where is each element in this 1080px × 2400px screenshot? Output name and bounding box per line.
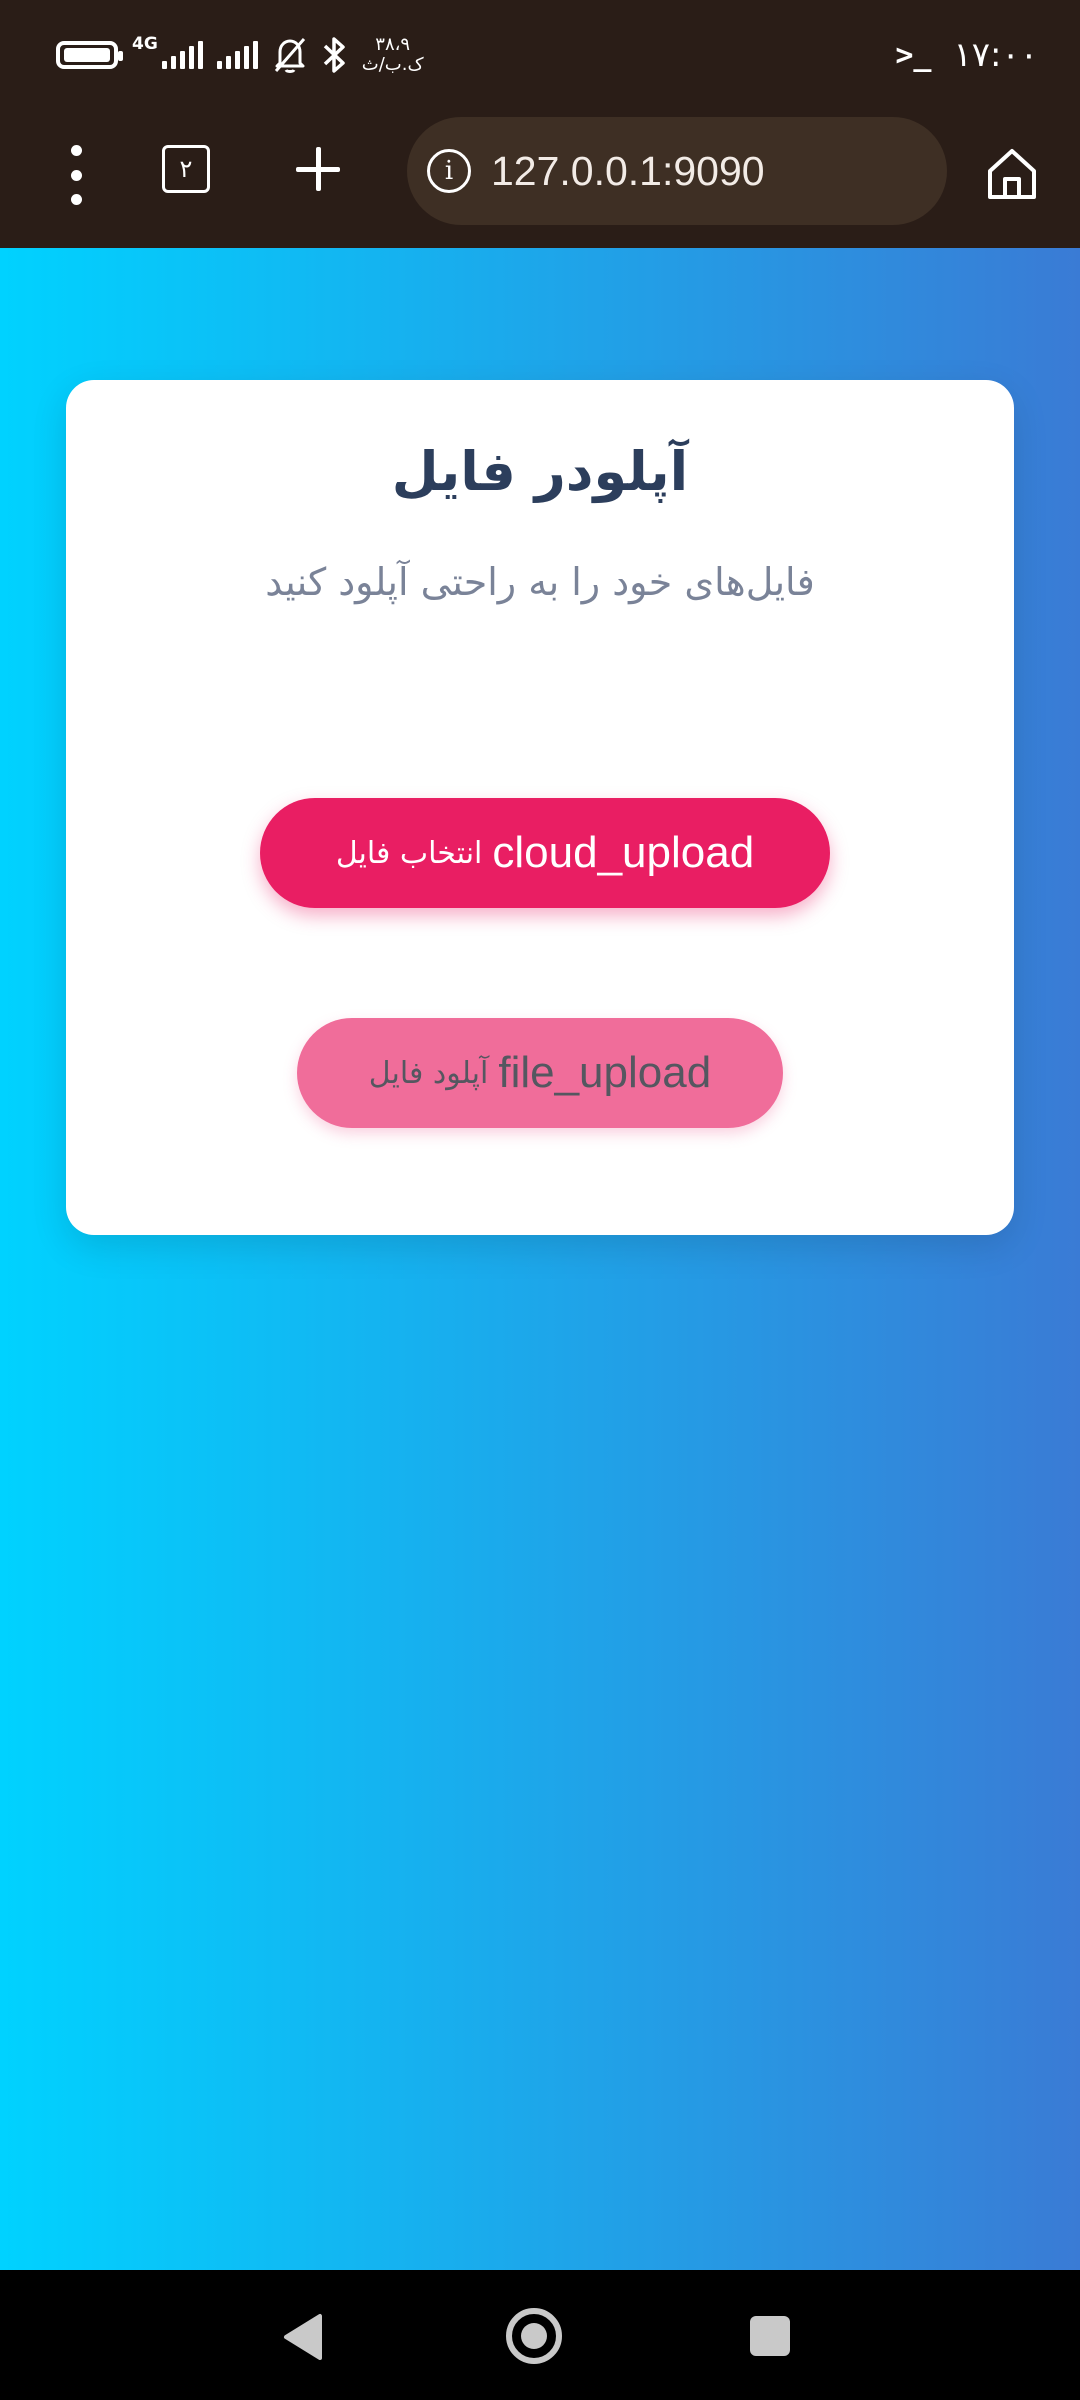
home-circle-icon[interactable] <box>506 2308 562 2364</box>
menu-dots-icon[interactable] <box>66 145 86 205</box>
tabs-button[interactable]: ۲ <box>162 145 210 193</box>
status-right: >_ ۱۷:۰۰ <box>895 30 1038 80</box>
select-file-button[interactable]: انتخاب فایل cloud_upload <box>260 798 830 908</box>
network-type: 4G <box>132 33 158 54</box>
uploader-card: آپلودر فایل فایل‌های خود را به راحتی آپل… <box>66 380 1014 1235</box>
signal-icon-2 <box>216 41 258 69</box>
url-bar[interactable]: i 127.0.0.1:9090 <box>407 117 947 225</box>
info-icon[interactable]: i <box>427 149 471 193</box>
bluetooth-icon <box>323 37 345 73</box>
system-nav-bar <box>0 2270 1080 2400</box>
page-subtitle: فایل‌های خود را به راحتی آپلود کنید <box>265 560 815 604</box>
page-title: آپلودر فایل <box>391 440 689 503</box>
upload-file-button[interactable]: آپلود فایل file_upload <box>297 1018 783 1128</box>
status-bar: 4G ۳۸،۹ ک.ب/ث >_ ۱۷:۰۰ <box>0 0 1080 107</box>
cloud-upload-icon: cloud_upload <box>492 828 755 877</box>
battery-icon <box>56 41 123 69</box>
upload-file-label: آپلود فایل <box>368 1055 489 1091</box>
new-tab-button[interactable] <box>292 143 344 195</box>
browser-toolbar: ۲ i 127.0.0.1:9090 <box>0 107 1080 248</box>
select-file-label: انتخاب فایل <box>335 835 483 871</box>
status-icons: 4G ۳۸،۹ ک.ب/ث <box>56 30 424 80</box>
recents-icon[interactable] <box>750 2316 790 2356</box>
signal-icon <box>161 41 203 69</box>
speed-unit: ک.ب/ث <box>361 54 424 75</box>
file-upload-icon: file_upload <box>498 1048 712 1097</box>
bell-off-icon <box>274 38 305 73</box>
network-speed: ۳۸،۹ ک.ب/ث <box>362 35 424 75</box>
terminal-icon: >_ <box>895 37 932 73</box>
clock: ۱۷:۰۰ <box>953 35 1038 75</box>
back-icon[interactable] <box>280 2312 324 2362</box>
speed-value: ۳۸،۹ <box>375 34 411 55</box>
home-icon[interactable] <box>982 143 1042 203</box>
url-text[interactable]: 127.0.0.1:9090 <box>491 148 765 195</box>
page-content: آپلودر فایل فایل‌های خود را به راحتی آپل… <box>0 248 1080 2270</box>
